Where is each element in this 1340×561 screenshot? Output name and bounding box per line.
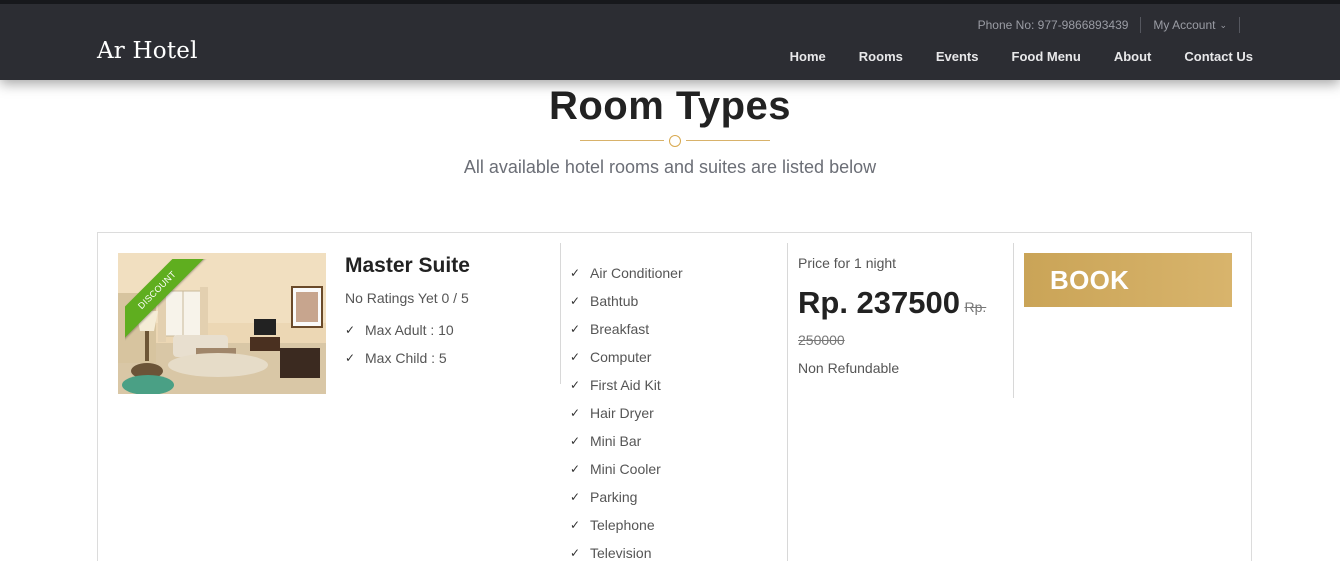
book-button[interactable]: BOOK xyxy=(1024,253,1232,307)
check-icon: ✓ xyxy=(570,350,581,364)
check-icon: ✓ xyxy=(570,378,581,392)
amenity-label: Mini Bar xyxy=(590,433,642,449)
page-title: Room Types xyxy=(548,84,792,128)
amenity-item: ✓ First Aid Kit xyxy=(570,371,683,399)
refund-policy: Non Refundable xyxy=(798,360,900,376)
price-label: Price for 1 night xyxy=(798,255,897,271)
site-header: Ar Hotel Phone No: 977-9866893439 My Acc… xyxy=(0,0,1340,80)
max-adult: ✓ Max Adult : 10 xyxy=(345,322,454,338)
check-icon: ✓ xyxy=(570,518,581,532)
check-icon: ✓ xyxy=(570,546,581,560)
nav-about[interactable]: About xyxy=(1114,49,1152,64)
price-block: Rp. 237500 Rp. 250000 xyxy=(798,287,1008,358)
max-child-label: Max Child : 5 xyxy=(365,350,447,366)
amenity-item: ✓ Air Conditioner xyxy=(570,259,683,287)
check-icon: ✓ xyxy=(570,322,581,336)
current-price: Rp. 237500 xyxy=(798,285,960,320)
nav-events[interactable]: Events xyxy=(936,49,979,64)
room-card: DISCOUNT Master Suite No Ratings Yet 0 /… xyxy=(97,232,1252,561)
amenity-label: Bathtub xyxy=(590,293,639,309)
max-adult-label: Max Adult : 10 xyxy=(365,322,454,338)
room-rating: No Ratings Yet 0 / 5 xyxy=(345,290,469,306)
column-divider xyxy=(787,243,788,561)
amenity-item: ✓ Television xyxy=(570,539,683,561)
amenity-item: ✓ Computer xyxy=(570,343,683,371)
my-account-dropdown[interactable]: My Account ⌄ xyxy=(1153,18,1227,32)
max-child: ✓ Max Child : 5 xyxy=(345,350,447,366)
top-bar: Phone No: 977-9866893439 My Account ⌄ xyxy=(978,16,1252,34)
amenity-item: ✓ Bathtub xyxy=(570,287,683,315)
amenity-label: Computer xyxy=(590,349,652,365)
phone-number: Phone No: 977-9866893439 xyxy=(977,18,1129,32)
room-photo[interactable]: DISCOUNT xyxy=(118,253,326,394)
page-subtitle: All available hotel rooms and suites are… xyxy=(463,157,877,177)
amenity-item: ✓ Telephone xyxy=(570,511,683,539)
amenity-item: ✓ Mini Bar xyxy=(570,427,683,455)
check-icon: ✓ xyxy=(345,323,356,337)
column-divider xyxy=(1013,243,1014,398)
amenity-item: ✓ Mini Cooler xyxy=(570,455,683,483)
nav-home[interactable]: Home xyxy=(790,49,826,64)
my-account-label: My Account xyxy=(1153,18,1216,32)
amenity-label: Television xyxy=(590,545,652,561)
column-divider xyxy=(560,243,561,384)
topbar-divider xyxy=(1140,17,1142,33)
discount-badge: DISCOUNT xyxy=(125,259,207,341)
check-icon: ✓ xyxy=(570,490,581,504)
amenity-label: Air Conditioner xyxy=(590,265,683,281)
check-icon: ✓ xyxy=(570,266,581,280)
amenity-label: Mini Cooler xyxy=(590,461,661,477)
site-logo[interactable]: Ar Hotel xyxy=(97,38,198,64)
room-name[interactable]: Master Suite xyxy=(345,254,470,278)
nav-contact-us[interactable]: Contact Us xyxy=(1184,49,1253,64)
discount-ribbon: DISCOUNT xyxy=(125,259,207,341)
amenity-label: First Aid Kit xyxy=(590,377,661,393)
nav-food-menu[interactable]: Food Menu xyxy=(1012,49,1081,64)
amenity-label: Hair Dryer xyxy=(590,405,654,421)
check-icon: ✓ xyxy=(570,294,581,308)
amenity-label: Breakfast xyxy=(590,321,650,337)
check-icon: ✓ xyxy=(570,434,581,448)
main-nav: Home Rooms Events Food Menu About Contac… xyxy=(757,49,1253,64)
divider-line-left xyxy=(580,140,664,141)
topbar-divider xyxy=(1239,17,1240,33)
amenity-label: Telephone xyxy=(590,517,655,533)
title-divider xyxy=(580,134,770,148)
nav-rooms[interactable]: Rooms xyxy=(859,49,903,64)
chevron-down-icon: ⌄ xyxy=(1219,19,1227,30)
amenity-item: ✓ Hair Dryer xyxy=(570,399,683,427)
amenities-list: ✓ Air Conditioner ✓ Bathtub ✓ Breakfast ✓ Co… xyxy=(570,259,683,561)
circle-icon xyxy=(669,135,681,147)
check-icon: ✓ xyxy=(570,406,581,420)
check-icon: ✓ xyxy=(345,351,356,365)
divider-line-right xyxy=(686,140,770,141)
check-icon: ✓ xyxy=(570,462,581,476)
amenity-item: ✓ Breakfast xyxy=(570,315,683,343)
amenity-label: Parking xyxy=(590,489,638,505)
amenity-item: ✓ Parking xyxy=(570,483,683,511)
